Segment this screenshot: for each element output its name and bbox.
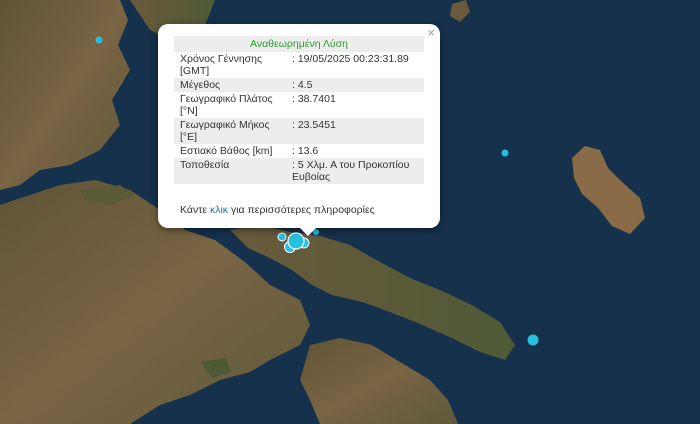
table-row: Τοποθεσία : 5 Χλμ. Α του Προκοπίου Ευβοί… [174, 158, 424, 184]
table-row: Γεωγραφικό Μήκος [°E] : 23.5451 [174, 118, 424, 144]
earthquake-marker[interactable] [95, 36, 103, 44]
info-table: Αναθεωρημένη Λύση Χρόνος Γέννησης [GMT] … [174, 36, 424, 184]
more-info-link[interactable]: κλικ [210, 204, 228, 216]
earthquake-marker[interactable] [527, 334, 539, 346]
earthquake-info-popup: × Αναθεωρημένη Λύση Χρόνος Γέννησης [GMT… [158, 24, 440, 236]
more-info-prefix: Κάντε [180, 204, 208, 216]
table-row: Χρόνος Γέννησης [GMT] : 19/05/2025 00:23… [174, 52, 424, 78]
latitude-value: : 38.7401 [292, 93, 336, 105]
origin-time-label: Χρόνος Γέννησης [GMT] [180, 53, 263, 77]
table-row: Μέγεθος : 4.5 [174, 78, 424, 92]
popup-tip [300, 228, 316, 236]
location-label: Τοποθεσία [174, 158, 288, 184]
more-info-text: Κάντε κλικ για περισσότερες πληροφορίες [180, 204, 375, 216]
longitude-value: : 23.5451 [288, 118, 424, 144]
magnitude-label: Μέγεθος [174, 78, 288, 92]
location-value: : 5 Χλμ. Α του Προκοπίου Ευβοίας [288, 158, 424, 184]
close-icon[interactable]: × [427, 26, 435, 40]
latitude-label: Γεωγραφικό Πλάτος [°N] [180, 93, 273, 117]
longitude-label: Γεωγραφικό Μήκος [°E] [174, 118, 288, 144]
earthquake-marker[interactable] [277, 232, 287, 242]
table-row: Γεωγραφικό Πλάτος [°N] : 38.7401 [174, 92, 424, 118]
table-row: Εστιακό Βάθος [km] : 13.6 [174, 144, 424, 158]
earthquake-marker[interactable] [501, 149, 509, 157]
popup-title: Αναθεωρημένη Λύση [174, 36, 424, 52]
magnitude-value: : 4.5 [288, 78, 424, 92]
depth-label: Εστιακό Βάθος [km] [180, 145, 273, 157]
depth-value: : 13.6 [292, 145, 319, 157]
origin-time-value: : 19/05/2025 00:23:31.89 [292, 53, 409, 65]
more-info-suffix: για περισσότερες πληροφορίες [230, 204, 375, 216]
